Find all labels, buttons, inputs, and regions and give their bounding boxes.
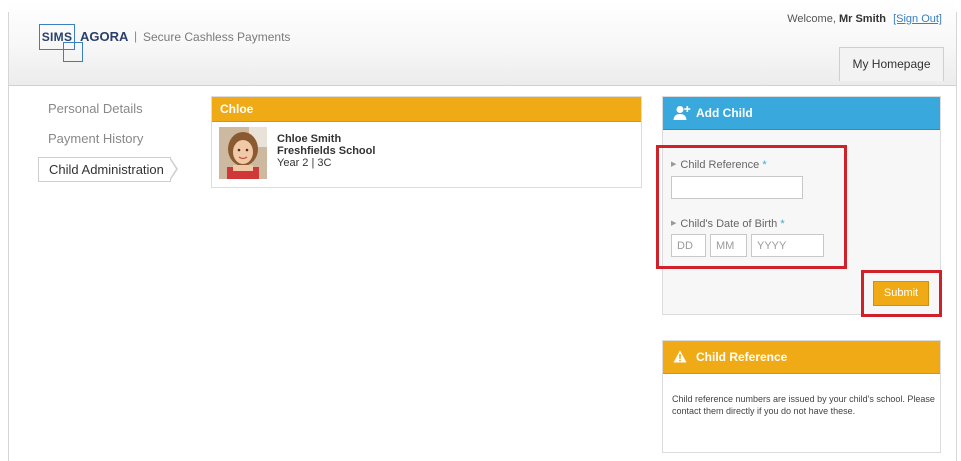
logo-agora-text: AGORA bbox=[80, 29, 129, 44]
child-year-class: Year 2 | 3C bbox=[277, 157, 332, 169]
child-reference-info-panel: Child Reference Child reference numbers … bbox=[662, 340, 941, 453]
add-child-header: Add Child bbox=[663, 97, 940, 130]
welcome-prefix: Welcome, bbox=[787, 13, 836, 25]
child-school: Freshfields School bbox=[277, 145, 376, 157]
logo-square-mark bbox=[63, 42, 83, 62]
highlight-box-fields bbox=[656, 145, 847, 269]
child-card: Chloe Chloe Smith Freshfields School Yea… bbox=[211, 96, 642, 188]
child-reference-info-header: Child Reference bbox=[663, 341, 940, 374]
frame-right-border bbox=[956, 12, 957, 461]
welcome-message: Welcome, Mr Smith [Sign Out] bbox=[787, 13, 942, 25]
my-homepage-tab[interactable]: My Homepage bbox=[839, 47, 944, 81]
child-name: Chloe Smith bbox=[277, 133, 342, 145]
nav-item-child-administration[interactable]: Child Administration bbox=[38, 157, 171, 182]
child-photo bbox=[219, 127, 267, 179]
logo-separator: | bbox=[134, 29, 138, 43]
child-photo-image bbox=[219, 127, 267, 179]
child-card-header: Chloe bbox=[212, 97, 641, 122]
sign-out-link[interactable]: [Sign Out] bbox=[893, 13, 942, 25]
logo-tagline: Secure Cashless Payments bbox=[143, 30, 291, 44]
nav-item-payment-history[interactable]: Payment History bbox=[48, 131, 143, 146]
user-plus-icon bbox=[673, 106, 691, 120]
highlight-box-submit bbox=[861, 270, 942, 317]
page-header: SIMS AGORA | Secure Cashless Payments We… bbox=[9, 0, 956, 86]
add-child-title: Add Child bbox=[696, 106, 753, 120]
nav-item-personal-details[interactable]: Personal Details bbox=[48, 101, 143, 116]
child-reference-info-text: Child reference numbers are issued by yo… bbox=[672, 394, 935, 416]
user-name: Mr Smith bbox=[838, 13, 887, 25]
child-reference-info-title: Child Reference bbox=[696, 350, 788, 364]
warning-icon bbox=[673, 350, 687, 363]
nav-active-arrow-fill bbox=[169, 158, 176, 180]
